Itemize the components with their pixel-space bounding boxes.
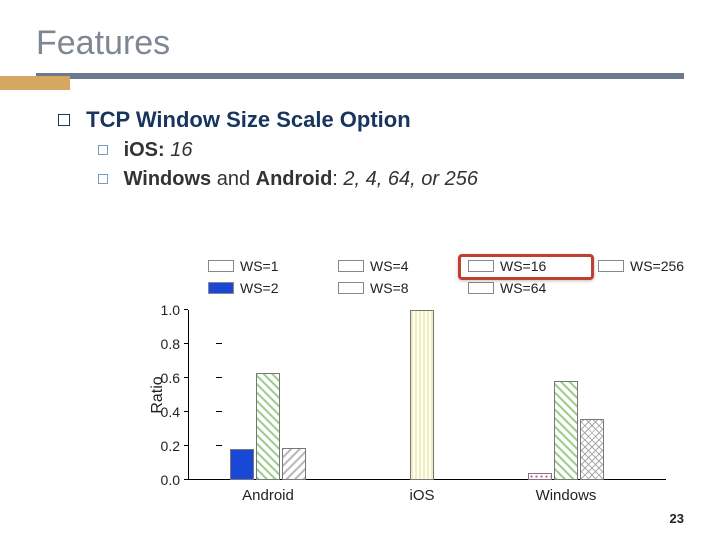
square-bullet-icon: [98, 145, 108, 155]
sub-item-win-android: Windows and Android: 2, 4, 64, or 256: [98, 168, 684, 191]
square-bullet-icon: [98, 174, 108, 184]
ios-value: 16: [170, 139, 192, 161]
ytick-1: 0.2: [140, 438, 180, 454]
legend-ws4-label: WS=4: [370, 258, 409, 274]
heading-text: TCP Window Size Scale Option: [86, 107, 411, 132]
ios-label: iOS:: [124, 139, 165, 161]
legend-ws8: WS=8: [338, 280, 409, 296]
highlight-box: [458, 254, 594, 280]
bar-windows-ws256: [580, 419, 604, 480]
colon: :: [332, 168, 343, 190]
windows-label: Windows: [124, 168, 212, 190]
bar-windows-ws4: [528, 473, 552, 480]
legend-ws64: WS=64: [468, 280, 546, 296]
slide-title: Features: [36, 24, 684, 63]
chart: WS=1 WS=2 WS=4 WS=8 WS=16 WS=64 WS=256 R…: [134, 256, 704, 516]
plot-area: Ratio 0.0 0.2 0.4 0.6 0.8 1.0 Android iO…: [188, 310, 666, 480]
legend-ws256-label: WS=256: [630, 258, 684, 274]
android-label: Android: [256, 168, 333, 190]
bar-android-ws4: [256, 373, 280, 480]
legend-ws8-label: WS=8: [370, 280, 409, 296]
legend-ws1-label: WS=1: [240, 258, 279, 274]
xlabel-windows: Windows: [536, 487, 597, 504]
swatch-ws4-icon: [338, 260, 364, 272]
slide: Features TCP Window Size Scale Option iO…: [0, 0, 720, 540]
legend-ws256: WS=256: [598, 258, 684, 274]
legend-ws1: WS=1: [208, 258, 279, 274]
body: TCP Window Size Scale Option iOS: 16 Win…: [58, 107, 684, 191]
ytick-4: 0.8: [140, 336, 180, 352]
legend-ws64-label: WS=64: [500, 280, 546, 296]
ytick-3: 0.6: [140, 370, 180, 386]
page-number: 23: [670, 511, 684, 526]
sub-item-ios: iOS: 16: [98, 139, 684, 162]
swatch-ws1-icon: [208, 260, 234, 272]
swatch-ws256-icon: [598, 260, 624, 272]
bar-android-ws2: [230, 449, 254, 480]
legend-ws2-label: WS=2: [240, 280, 279, 296]
ytick-0: 0.0: [140, 472, 180, 488]
y-axis: [188, 310, 189, 480]
xlabel-android: Android: [242, 487, 294, 504]
heading-item: TCP Window Size Scale Option: [58, 107, 684, 133]
swatch-ws8-icon: [338, 282, 364, 294]
swatch-ws64-icon: [468, 282, 494, 294]
accent-bar: [0, 76, 70, 90]
ytick-5: 1.0: [140, 302, 180, 318]
bar-android-ws8: [282, 448, 306, 480]
xlabel-ios: iOS: [409, 487, 434, 504]
and-text: and: [211, 168, 255, 190]
values-text: 2, 4, 64, or 256: [343, 168, 478, 190]
bar-windows-ws64: [554, 381, 578, 480]
legend-ws2: WS=2: [208, 280, 279, 296]
title-underline: [36, 73, 684, 79]
legend-ws4: WS=4: [338, 258, 409, 274]
legend: WS=1 WS=2 WS=4 WS=8 WS=16 WS=64 WS=256: [188, 256, 704, 302]
swatch-ws2-icon: [208, 282, 234, 294]
ytick-2: 0.4: [140, 404, 180, 420]
outline: TCP Window Size Scale Option iOS: 16 Win…: [58, 107, 684, 191]
square-bullet-icon: [58, 114, 70, 126]
bar-ios-ws16: [410, 310, 434, 480]
